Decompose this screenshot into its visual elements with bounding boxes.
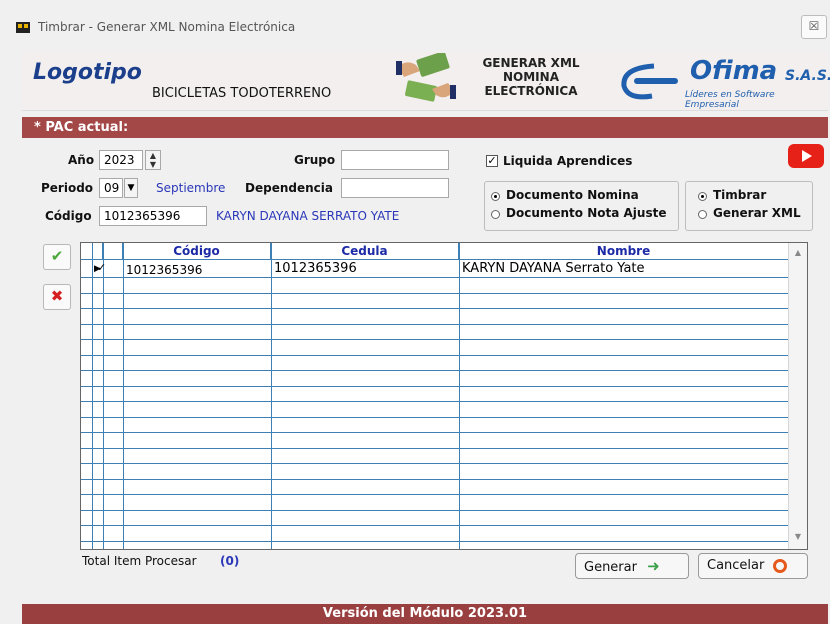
version-bar: Versión del Módulo 2023.01 <box>22 604 828 624</box>
select-all-button[interactable]: ✔ <box>43 244 71 270</box>
grid-vline <box>459 243 460 549</box>
money-hand-icon <box>396 53 456 102</box>
grid-rowline <box>81 463 788 464</box>
timbrar-radio[interactable] <box>698 192 707 201</box>
grid-rowline <box>81 479 788 480</box>
scroll-down-icon[interactable]: ▼ <box>790 529 806 545</box>
deselect-all-button[interactable]: ✖ <box>43 284 71 310</box>
employee-name: KARYN DAYANA SERRATO YATE <box>216 209 400 223</box>
generar-xml-label: Generar XML <box>713 206 801 220</box>
row-nombre: KARYN DAYANA Serrato Yate <box>462 261 645 276</box>
ofima-tagline: Líderes en Software Empresarial <box>685 90 775 110</box>
dependency-input[interactable] <box>341 178 449 198</box>
cancel-button[interactable]: Cancelar <box>698 553 808 579</box>
grid-rowline <box>81 293 788 294</box>
arrow-right-icon: ➜ <box>647 557 660 575</box>
grid-rowline <box>81 510 788 511</box>
total-items-label: Total Item Procesar <box>82 554 197 568</box>
youtube-icon[interactable] <box>788 144 824 168</box>
grid-rowline <box>81 386 788 387</box>
grid-scrollbar[interactable]: ▲ ▼ <box>788 243 807 549</box>
code-label: Código <box>45 209 92 223</box>
employee-grid: Código Cedula Nombre ▶ ✓ 1012365396 1012… <box>80 242 808 550</box>
grid-rowline <box>81 370 788 371</box>
grid-header-cedula[interactable]: Cedula <box>271 243 459 259</box>
grid-rowline <box>81 494 788 495</box>
grid-vline <box>103 243 104 549</box>
generate-title-line: ELECTRÓNICA <box>484 84 578 98</box>
grid-rowline <box>81 448 788 449</box>
grid-vline <box>92 243 93 549</box>
grid-rowline <box>81 401 788 402</box>
grid-rowline <box>81 355 788 356</box>
row-checkbox[interactable]: ✓ <box>97 261 106 275</box>
grid-rowline <box>81 339 788 340</box>
code-input[interactable]: 1012365396 <box>99 206 207 226</box>
total-items-value: (0) <box>220 554 240 568</box>
scroll-up-icon[interactable]: ▲ <box>790 245 806 261</box>
grid-vline <box>123 243 124 549</box>
grid-rowline <box>81 525 788 526</box>
period-select[interactable]: 09 <box>99 178 123 198</box>
liquida-aprendices-label: Liquida Aprendices <box>503 154 633 168</box>
cancel-button-label: Cancelar <box>707 558 765 573</box>
row-codigo: 1012365396 <box>126 263 203 277</box>
document-nota-ajuste-radio[interactable] <box>491 210 500 219</box>
generate-title-line: NOMINA <box>503 70 559 84</box>
grid-header-nombre[interactable]: Nombre <box>459 243 788 259</box>
grid-header-check <box>103 243 123 259</box>
grid-vline <box>271 243 272 549</box>
company-name: BICICLETAS TODOTERRENO <box>152 86 332 101</box>
document-nomina-radio[interactable] <box>491 192 500 201</box>
generate-title-line: GENERAR XML <box>482 56 580 70</box>
cancel-icon <box>772 558 787 573</box>
pac-actual-bar: * PAC actual: <box>22 117 828 138</box>
liquida-aprendices-checkbox[interactable]: ✓ <box>486 155 498 167</box>
grid-rowline <box>81 417 788 418</box>
dependency-label: Dependencia <box>245 181 333 195</box>
close-button[interactable]: ☒ <box>801 15 827 39</box>
app-icon <box>16 22 30 33</box>
year-label: Año <box>68 153 95 167</box>
grid-rowline <box>81 324 788 325</box>
period-name: Septiembre <box>156 181 226 195</box>
grid-header-codigo[interactable]: Código <box>123 243 271 259</box>
document-nomina-label: Documento Nomina <box>506 188 639 202</box>
generate-button[interactable]: Generar ➜ <box>575 553 689 579</box>
group-label: Grupo <box>294 153 336 167</box>
grid-rowline <box>81 432 788 433</box>
document-nota-ajuste-label: Documento Nota Ajuste <box>506 206 667 220</box>
period-dropdown-button[interactable]: ▼ <box>124 178 138 198</box>
period-label: Periodo <box>41 181 94 195</box>
row-cedula: 1012365396 <box>274 261 357 276</box>
window-title: Timbrar - Generar XML Nomina Electrónica <box>38 20 296 34</box>
grid-rowline <box>81 541 788 542</box>
group-input[interactable] <box>341 150 449 170</box>
grid-rowline <box>81 308 788 309</box>
company-logo: Logotipo <box>33 60 142 85</box>
generate-button-label: Generar <box>584 560 637 575</box>
grid-header: Código Cedula Nombre <box>81 243 788 260</box>
ofima-name: Ofima <box>690 56 778 86</box>
ofima-suffix: S.A.S. <box>785 68 830 84</box>
year-input[interactable]: 2023 <box>99 150 143 170</box>
generate-xml-title: GENERAR XML NOMINA ELECTRÓNICA <box>478 56 584 98</box>
timbrar-label: Timbrar <box>713 188 767 202</box>
grid-rowline <box>81 277 788 278</box>
year-spinner[interactable]: ▲ ▼ <box>145 150 161 170</box>
generar-xml-radio[interactable] <box>698 210 707 219</box>
